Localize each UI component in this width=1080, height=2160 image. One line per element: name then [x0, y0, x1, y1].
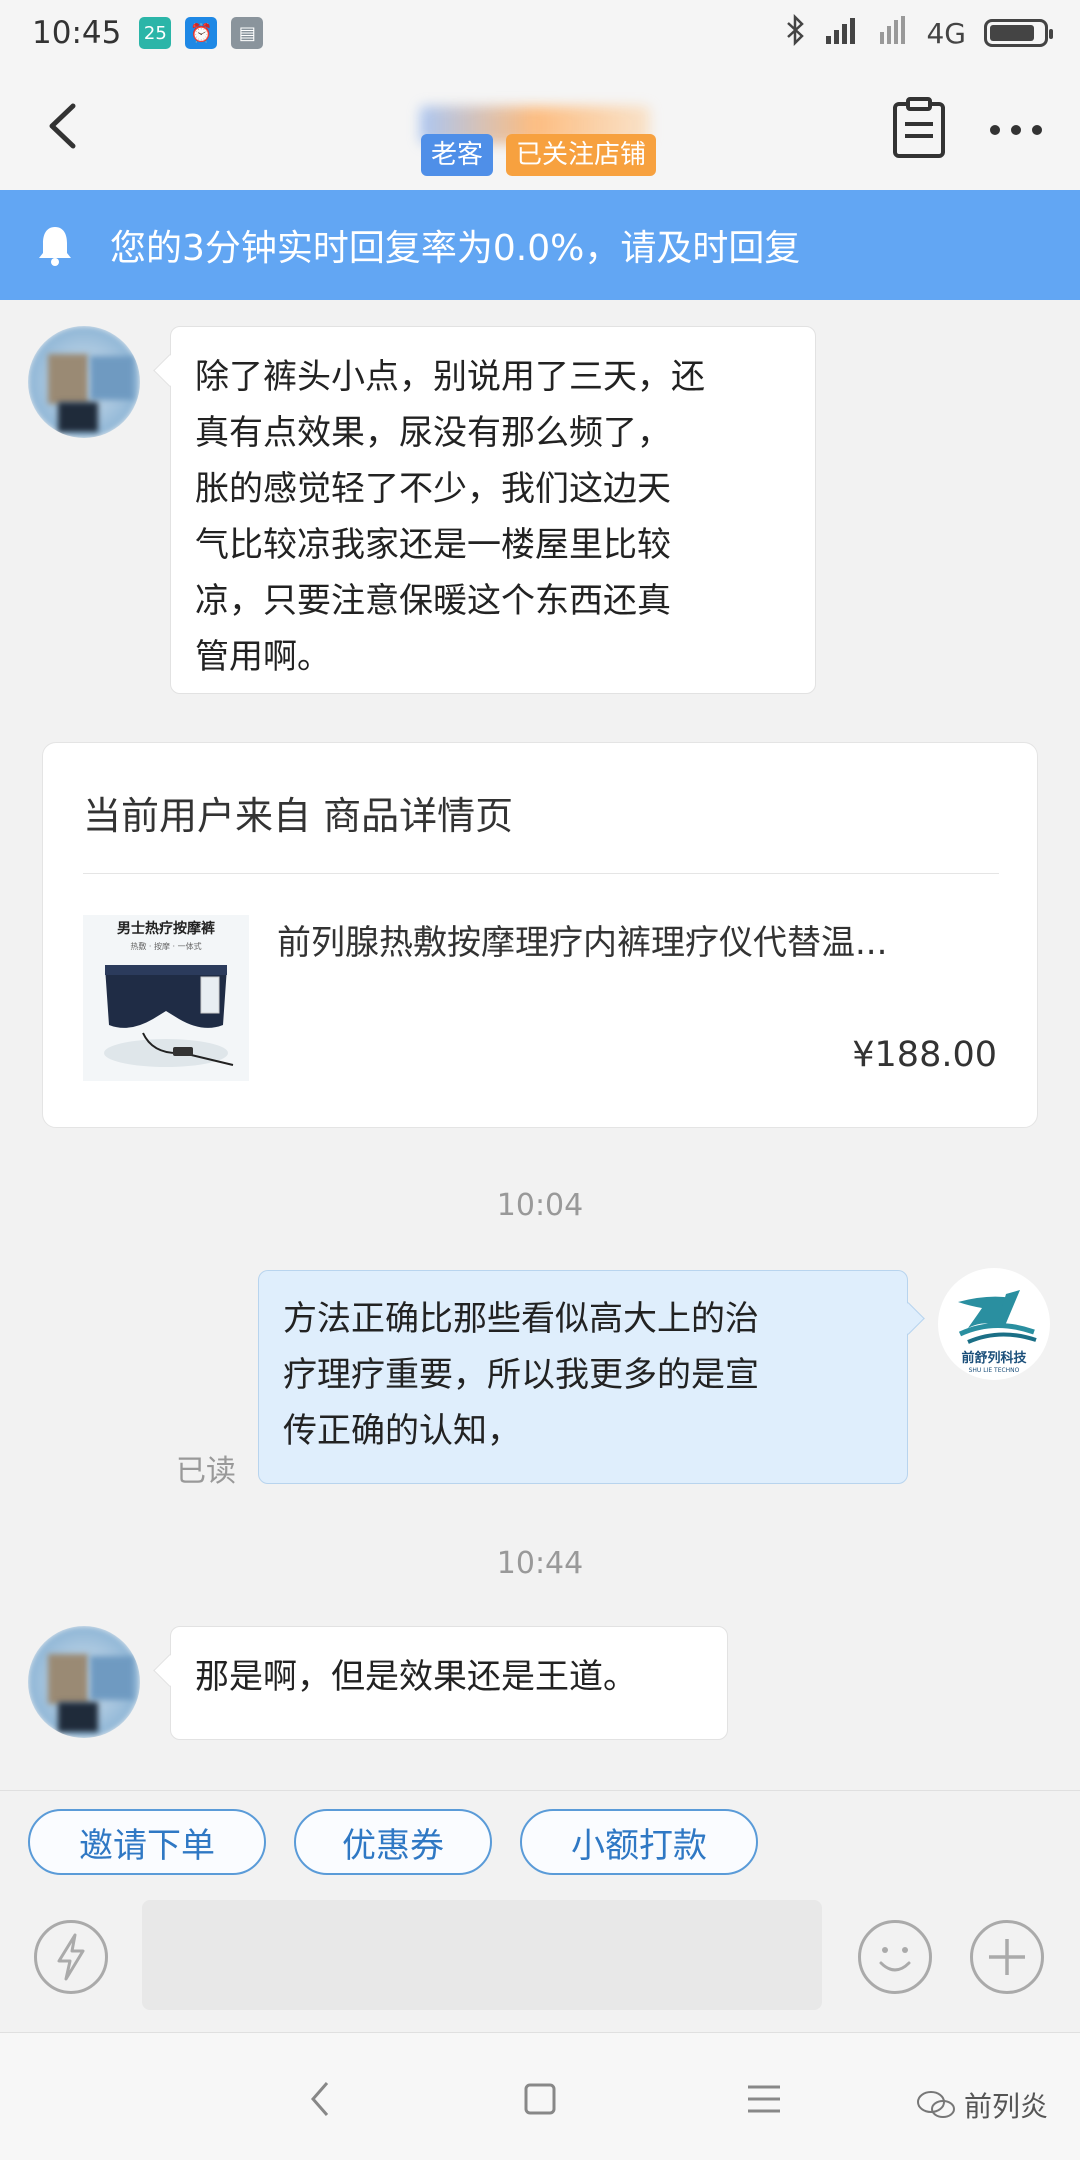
message-line: 方法正确比那些看似高大上的治 [283, 1299, 759, 1339]
status-bar: 10:45 25 ⏰ ▤ 4G [0, 0, 1080, 66]
following-shop-badge: 已关注店铺 [506, 134, 657, 176]
product-title: 前列腺热敷按摩理疗内裤理疗仪代替温... [277, 923, 888, 963]
message-bubble-customer[interactable]: 那是啊，但是效果还是王道。 [170, 1626, 728, 1740]
shop-avatar[interactable]: 前舒列科技 SHU LIE TECHNO [938, 1268, 1050, 1380]
more-options-button[interactable] [990, 122, 1050, 138]
nav-menu-button[interactable] [736, 2071, 792, 2127]
old-customer-badge: 老客 [421, 134, 494, 176]
plus-icon [989, 1939, 1025, 1975]
reply-rate-notice: 您的3分钟实时回复率为0.0%，请及时回复 [0, 190, 1080, 300]
status-time: 10:45 [32, 15, 122, 51]
nav-back-icon [311, 2082, 329, 2116]
message-line: 那是啊，但是效果还是王道。 [195, 1657, 637, 1697]
chat-header: 老客 已关注店铺 [0, 66, 1080, 190]
network-type: 4G [926, 16, 966, 50]
message-app-icon: ▤ [231, 17, 264, 49]
add-attachment-button[interactable] [970, 1920, 1044, 1994]
battery-icon [984, 19, 1053, 47]
message-line: 气比较凉我家还是一楼屋里比较 [195, 525, 671, 565]
message-timestamp: 10:04 [496, 1188, 584, 1223]
message-bubble-customer[interactable]: 除了裤头小点，别说用了三天，还 真有点效果，尿没有那么频了， 胀的感觉轻了不少，… [170, 326, 816, 694]
notification-count: 25 [143, 22, 167, 44]
message-line: 疗理疗重要，所以我更多的是宣 [283, 1355, 759, 1395]
back-button[interactable] [32, 96, 92, 156]
emoji-button[interactable] [858, 1920, 932, 1994]
quick-actions-bar: 邀请下单 优惠券 小额打款 [0, 1790, 1080, 1886]
message-bubble-self[interactable]: 方法正确比那些看似高大上的治 疗理疗重要，所以我更多的是宣 传正确的认知， [258, 1270, 908, 1484]
small-payment-button[interactable]: 小额打款 [520, 1809, 758, 1875]
bell-icon [39, 227, 71, 266]
thumb-caption: 男士热疗按摩裤 [117, 920, 215, 937]
signal-icon [824, 16, 860, 51]
message-input-bar [0, 1886, 1080, 2032]
shop-logo-icon: 前舒列科技 SHU LIE TECHNO [939, 1269, 1049, 1379]
clipboard-icon [893, 97, 945, 158]
source-label: 当前用户来自 商品详情页 [83, 794, 514, 838]
quick-reply-button[interactable] [34, 1920, 108, 1994]
nav-home-button[interactable] [512, 2071, 568, 2127]
message-line: 胀的感觉轻了不少，我们这边天 [195, 469, 671, 509]
system-nav-bar: 前列炎 [0, 2032, 1080, 2160]
notification-badge-icon: 25 [139, 17, 172, 49]
thumb-subcaption: 热敷 · 按摩 · 一体式 [130, 941, 201, 951]
product-image: 男士热疗按摩裤 热敷 · 按摩 · 一体式 [83, 915, 249, 1081]
message-line: 凉，只要注意保暖这个东西还真 [195, 581, 671, 621]
nav-menu-icon [748, 2085, 780, 2113]
product-source-card[interactable]: 当前用户来自 商品详情页 男士热疗按摩裤 热敷 · 按摩 · 一体式 前列腺热敷… [42, 742, 1038, 1128]
coupon-button[interactable]: 优惠券 [294, 1809, 492, 1875]
product-price: ¥188.00 [852, 1035, 997, 1075]
notice-text: 您的3分钟实时回复率为0.0%，请及时回复 [110, 228, 801, 269]
watermark-text: 前列炎 [964, 2090, 1049, 2123]
chevron-left-icon [49, 103, 76, 149]
shop-logo-name: 前舒列科技 [961, 1350, 1027, 1366]
watermark: 前列炎 [916, 2085, 1048, 2125]
lightning-icon [57, 1933, 85, 1981]
shop-logo-sub: SHU LIE TECHNO [969, 1367, 1020, 1374]
alarm-app-icon: ⏰ [185, 17, 218, 49]
customer-avatar[interactable] [28, 326, 140, 438]
product-thumbnail[interactable]: 男士热疗按摩裤 热敷 · 按摩 · 一体式 [83, 915, 249, 1081]
message-line: 真有点效果，尿没有那么频了， [195, 413, 671, 453]
customer-avatar[interactable] [28, 1626, 140, 1738]
message-line: 管用啊。 [195, 637, 331, 677]
read-status: 已读 [176, 1454, 236, 1489]
nav-back-button[interactable] [292, 2071, 348, 2127]
signal-secondary-icon [878, 15, 908, 51]
smiley-icon [879, 1947, 911, 1972]
invite-order-button[interactable]: 邀请下单 [28, 1809, 266, 1875]
message-timestamp: 10:44 [496, 1546, 584, 1581]
message-line: 除了裤头小点，别说用了三天，还 [195, 357, 705, 397]
divider [83, 873, 999, 874]
order-notes-button[interactable] [890, 96, 948, 160]
wechat-icon [917, 2091, 955, 2118]
message-line: 传正确的认知， [283, 1411, 521, 1451]
bluetooth-icon [784, 13, 806, 53]
message-input[interactable] [142, 1900, 822, 2010]
nav-home-icon [524, 2083, 556, 2115]
